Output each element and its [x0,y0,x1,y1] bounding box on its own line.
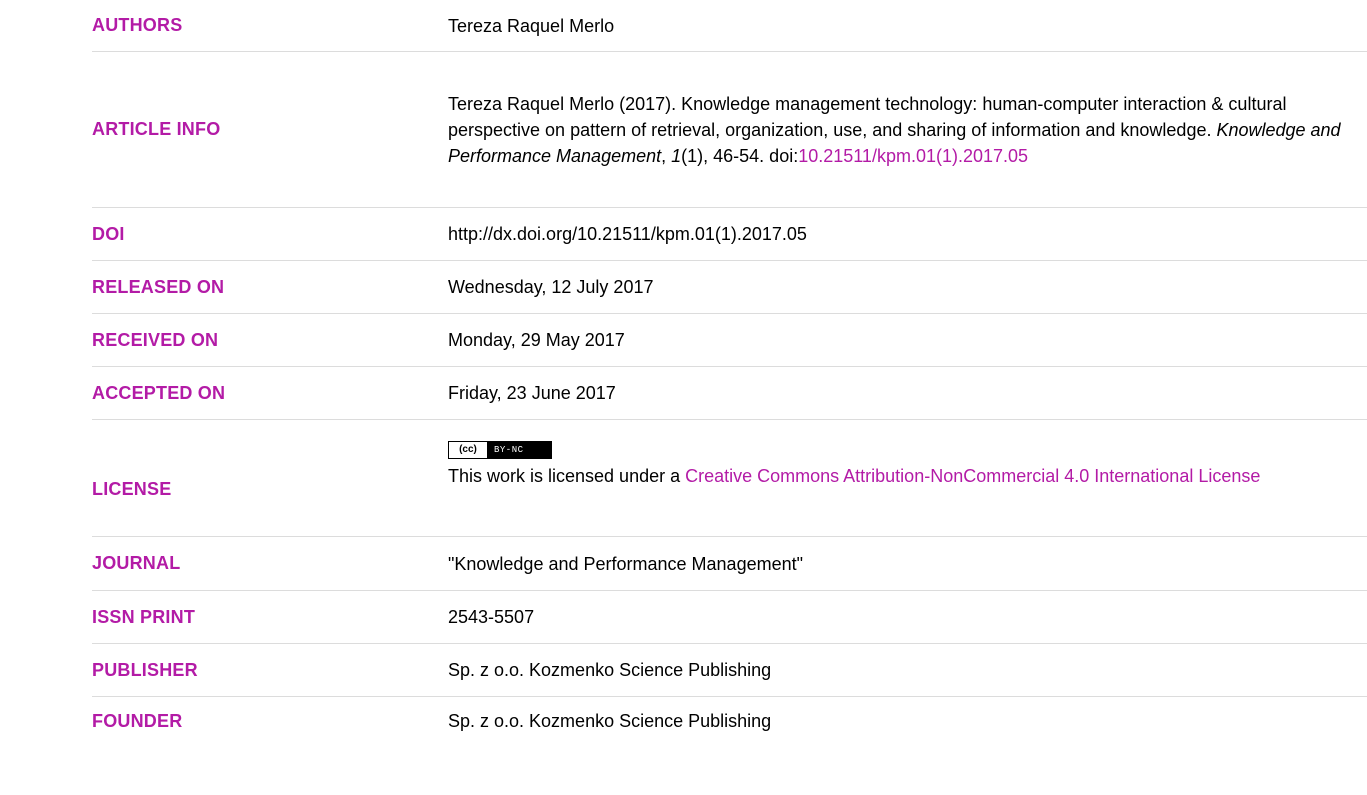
cc-terms: BY-NC [494,445,524,455]
authors-value: Tereza Raquel Merlo [448,15,615,36]
accepted-on-value: Friday, 23 June 2017 [448,383,616,403]
citation-comma: , [661,145,672,166]
publisher-label: PUBLISHER [92,659,198,680]
row-publisher: PUBLISHER Sp. z o.o. Kozmenko Science Pu… [92,644,1367,697]
publisher-value: Sp. z o.o. Kozmenko Science Publishing [448,660,772,680]
citation-volume: 1 [671,145,682,166]
article-info-value: Tereza Raquel Merlo (2017). Knowledge ma… [448,91,1367,169]
founder-value: Sp. z o.o. Kozmenko Science Publishing [448,711,772,731]
row-accepted-on: ACCEPTED ON Friday, 23 June 2017 [92,367,1367,420]
founder-label: FOUNDER [92,710,183,731]
row-released-on: RELEASED ON Wednesday, 12 July 2017 [92,261,1367,314]
row-license: LICENSE (cc) BY-NC This work is licensed… [92,420,1367,537]
row-journal: JOURNAL "Knowledge and Performance Manag… [92,537,1367,591]
row-founder: FOUNDER Sp. z o.o. Kozmenko Science Publ… [92,697,1367,745]
license-label: LICENSE [92,479,172,499]
journal-label: JOURNAL [92,553,181,573]
cc-by-nc-badge-icon[interactable]: (cc) BY-NC [448,441,552,459]
row-article-info: ARTICLE INFO Tereza Raquel Merlo (2017).… [92,52,1367,208]
license-value: (cc) BY-NC This work is licensed under a… [448,433,1367,489]
cc-logo-icon: (cc) [449,442,488,458]
journal-value: "Knowledge and Performance Management" [448,553,803,574]
issn-print-value: 2543-5507 [448,607,535,627]
issn-print-label: ISSN PRINT [92,606,196,627]
citation-issue-pages: (1), 46-54. doi: [681,145,799,166]
released-on-label: RELEASED ON [92,276,225,297]
article-metadata-table: AUTHORS Tereza Raquel Merlo ARTICLE INFO… [92,0,1367,745]
license-text: This work is licensed under a [448,466,686,486]
doi-value: http://dx.doi.org/10.21511/kpm.01(1).201… [448,224,807,244]
article-info-label: ARTICLE INFO [92,119,221,139]
row-issn-print: ISSN PRINT 2543-5507 [92,591,1367,644]
license-link[interactable]: Creative Commons Attribution-NonCommerci… [685,466,1260,486]
citation-doi-link[interactable]: 10.21511/kpm.01(1).2017.05 [798,146,1028,166]
row-authors: AUTHORS Tereza Raquel Merlo [92,0,1367,52]
received-on-label: RECEIVED ON [92,329,219,350]
authors-label: AUTHORS [92,15,183,35]
row-received-on: RECEIVED ON Monday, 29 May 2017 [92,314,1367,367]
received-on-value: Monday, 29 May 2017 [448,330,625,350]
accepted-on-label: ACCEPTED ON [92,382,226,403]
row-doi: DOI http://dx.doi.org/10.21511/kpm.01(1)… [92,208,1367,261]
doi-label: DOI [92,223,125,244]
released-on-value: Wednesday, 12 July 2017 [448,277,654,297]
citation-text: Tereza Raquel Merlo (2017). Knowledge ma… [448,93,1287,140]
